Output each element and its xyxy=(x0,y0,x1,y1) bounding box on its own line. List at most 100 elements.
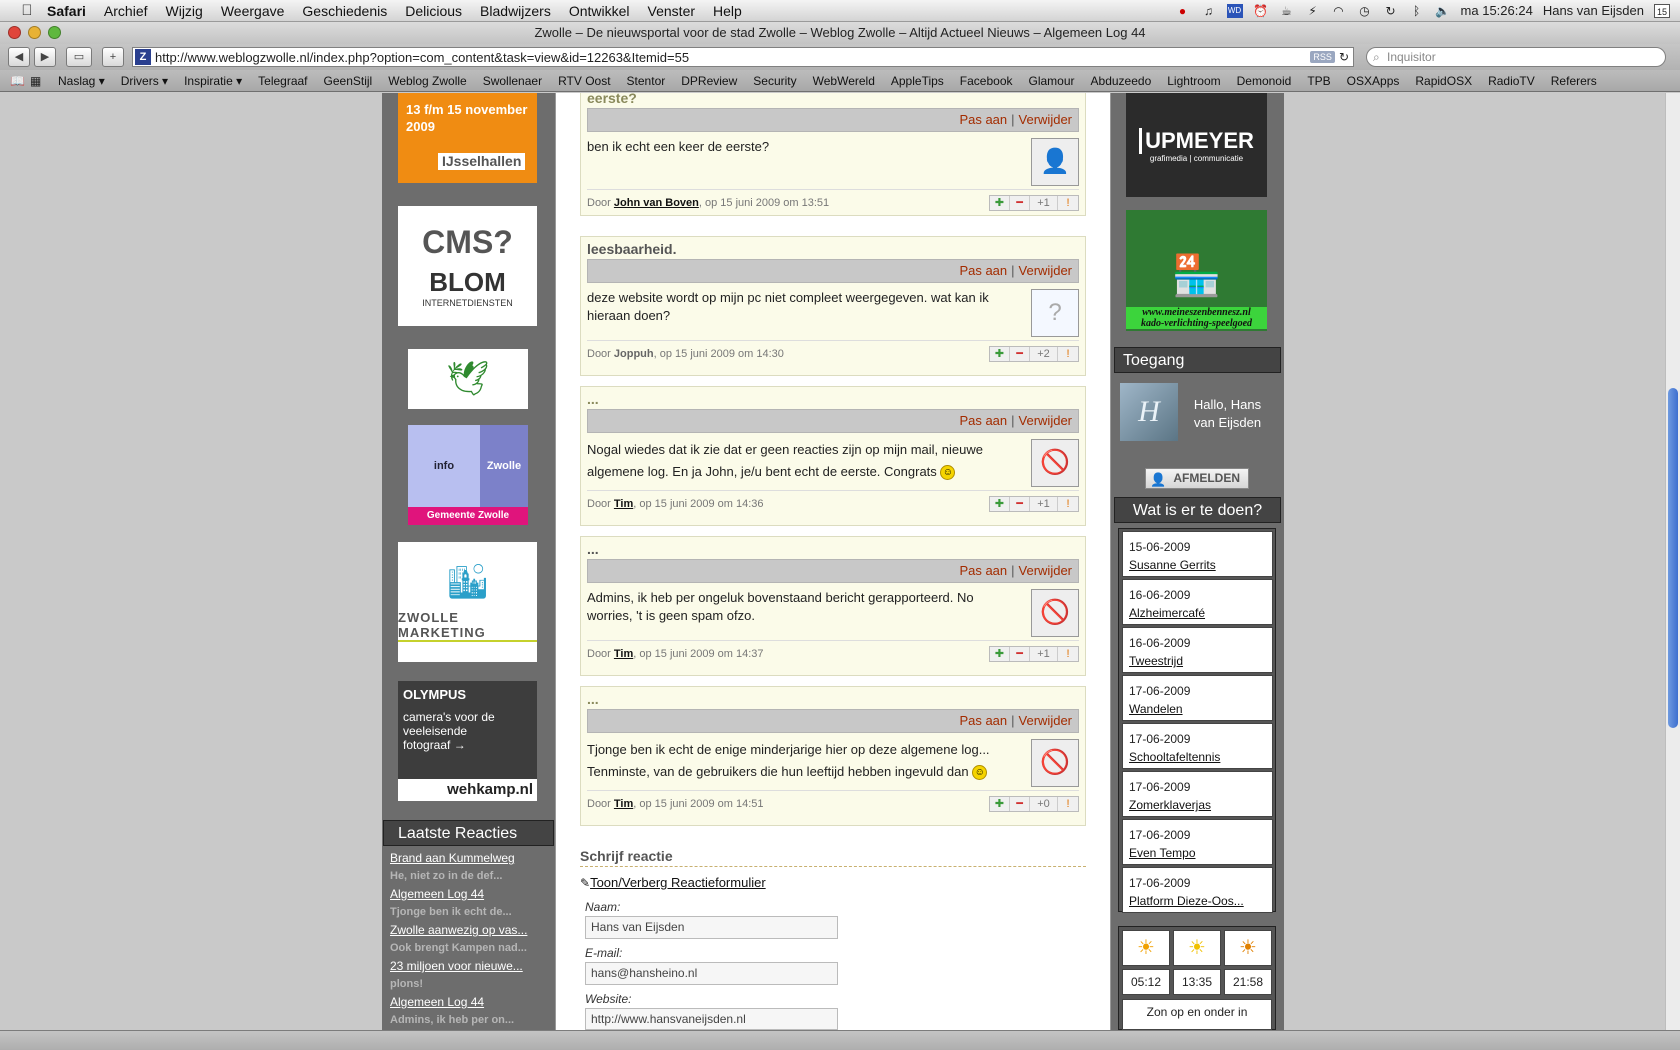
bookmark-item[interactable]: AppleTips xyxy=(883,74,952,88)
event-item[interactable]: 17-06-2009 Even Tempo xyxy=(1122,819,1273,865)
calendar-icon[interactable]: 15 xyxy=(1654,3,1670,18)
bookmark-item[interactable]: Glamour xyxy=(1021,74,1083,88)
form-toggle[interactable]: ✎Toon/Verberg Reactieformulier xyxy=(580,875,766,890)
ad-info-zwolle[interactable]: info Zwolle Gemeente Zwolle xyxy=(408,425,528,525)
edit-link[interactable]: Pas aan xyxy=(959,563,1007,578)
ad-blom[interactable]: CMS? BLOM INTERNETDIENSTEN xyxy=(398,206,537,326)
vote-down-icon[interactable]: ━ xyxy=(1010,647,1030,661)
avatar[interactable]: ? xyxy=(1031,289,1079,337)
address-input[interactable]: http://www.weblogzwolle.nl/index.php?opt… xyxy=(155,50,1310,65)
event-item[interactable]: 17-06-2009 Zomerklaverjas xyxy=(1122,771,1273,817)
cup-icon[interactable]: ☕ xyxy=(1279,4,1295,18)
vote-down-icon[interactable]: ━ xyxy=(1010,797,1030,811)
avatar[interactable]: 👤 xyxy=(1031,138,1079,186)
event-link[interactable]: Even Tempo xyxy=(1129,846,1196,860)
address-bar[interactable]: Z http://www.weblogzwolle.nl/index.php?o… xyxy=(132,47,1354,67)
bookmark-item[interactable]: RadioTV xyxy=(1480,74,1543,88)
vertical-scrollbar[interactable] xyxy=(1665,93,1680,1030)
avatar[interactable]: 🚫 xyxy=(1031,439,1079,487)
search-input[interactable]: ⌕ Inquisitor xyxy=(1366,47,1666,67)
menu-delicious[interactable]: Delicious xyxy=(396,3,471,19)
menu-bladwijzers[interactable]: Bladwijzers xyxy=(471,3,560,19)
delete-link[interactable]: Verwijder xyxy=(1019,263,1072,278)
menu-clock[interactable]: ma 15:26:24 xyxy=(1461,3,1533,18)
edit-link[interactable]: Pas aan xyxy=(959,112,1007,127)
menu-ontwikkel[interactable]: Ontwikkel xyxy=(560,3,639,19)
itunes-icon[interactable]: ♫ xyxy=(1201,4,1217,18)
event-item[interactable]: 16-06-2009 Alzheimercafé xyxy=(1122,579,1273,625)
vote-up-icon[interactable]: ✚ xyxy=(990,196,1010,210)
event-link[interactable]: Platform Dieze-Oos... xyxy=(1129,894,1244,908)
edit-link[interactable]: Pas aan xyxy=(959,413,1007,428)
report-icon[interactable]: ! xyxy=(1058,497,1078,511)
logout-button[interactable]: 👤 AFMELDEN xyxy=(1145,468,1249,489)
wifi-icon[interactable]: ◠ xyxy=(1331,4,1347,18)
report-icon[interactable]: ! xyxy=(1058,347,1078,361)
time-machine-icon[interactable]: ◷ xyxy=(1357,4,1373,18)
bolt-icon[interactable]: ⚡ xyxy=(1305,4,1321,18)
bookmark-item[interactable]: Weblog Zwolle xyxy=(380,74,474,88)
delete-link[interactable]: Verwijder xyxy=(1019,563,1072,578)
bookmark-item[interactable]: RapidOSX xyxy=(1407,74,1480,88)
ad-upmeyer[interactable]: UPMEYER grafimedia | communicatie xyxy=(1126,93,1267,197)
comment-author[interactable]: Tim xyxy=(614,798,633,810)
comment-author[interactable]: Tim xyxy=(614,648,633,660)
latest-link[interactable]: Algemeen Log 44 xyxy=(390,885,550,903)
minimize-button[interactable] xyxy=(28,26,41,39)
bookmark-item[interactable]: Naslag ▾ xyxy=(50,74,113,88)
bookmark-item[interactable]: OSXApps xyxy=(1339,74,1408,88)
bookmark-item[interactable]: Stentor xyxy=(619,74,674,88)
comment-author[interactable]: Tim xyxy=(614,498,633,510)
event-item[interactable]: 15-06-2009 Susanne Gerrits xyxy=(1122,531,1273,577)
latest-link[interactable]: Algemeen Log 44 xyxy=(390,993,550,1011)
edit-link[interactable]: Pas aan xyxy=(959,713,1007,728)
growl-icon[interactable]: ● xyxy=(1175,4,1191,18)
event-link[interactable]: Schooltafeltennis xyxy=(1129,750,1220,764)
reload-icon[interactable]: ↻ xyxy=(1339,50,1349,64)
alarm-icon[interactable]: ⏰ xyxy=(1253,4,1269,18)
bookmark-item[interactable]: DPReview xyxy=(673,74,745,88)
menu-help[interactable]: Help xyxy=(704,3,751,19)
bookmark-item[interactable]: Lightroom xyxy=(1159,74,1228,88)
ad-shop[interactable]: 🏪 www.meineszenbennesz.nl kado-verlichti… xyxy=(1126,210,1267,331)
email-field[interactable]: hans@hansheino.nl xyxy=(585,962,838,985)
forward-button[interactable]: ▶ xyxy=(34,47,56,67)
apple-menu-icon[interactable]:  xyxy=(16,2,38,19)
bookmark-item[interactable]: Security xyxy=(745,74,804,88)
menu-weergave[interactable]: Weergave xyxy=(212,3,294,19)
rss-badge[interactable]: RSS xyxy=(1310,51,1335,63)
back-button[interactable]: ◀ xyxy=(8,47,30,67)
vote-down-icon[interactable]: ━ xyxy=(1010,497,1030,511)
bookmark-item[interactable]: Inspiratie ▾ xyxy=(176,74,250,88)
bluetooth-icon[interactable]: ᛒ xyxy=(1409,4,1425,18)
delete-link[interactable]: Verwijder xyxy=(1019,713,1072,728)
volume-icon[interactable]: 🔈 xyxy=(1435,4,1451,18)
close-button[interactable] xyxy=(8,26,21,39)
ad-ijsselhallen[interactable]: 13 f/m 15 november 2009 IJsselhallen xyxy=(398,93,537,183)
bookmark-item[interactable]: TPB xyxy=(1299,74,1338,88)
avatar[interactable]: 🚫 xyxy=(1031,739,1079,787)
menu-user[interactable]: Hans van Eijsden xyxy=(1543,3,1644,18)
scrollbar-thumb[interactable] xyxy=(1668,388,1678,728)
bookmark-item[interactable]: WebWereld xyxy=(805,74,883,88)
event-link[interactable]: Susanne Gerrits xyxy=(1129,558,1216,572)
website-field[interactable]: http://www.hansvaneijsden.nl xyxy=(585,1008,838,1030)
name-field[interactable]: Hans van Eijsden xyxy=(585,916,838,939)
reader-icon[interactable]: ▭ xyxy=(66,47,92,67)
report-icon[interactable]: ! xyxy=(1058,797,1078,811)
menu-venster[interactable]: Venster xyxy=(639,3,704,19)
bookmark-item[interactable]: Drivers ▾ xyxy=(113,74,176,88)
edit-link[interactable]: Pas aan xyxy=(959,263,1007,278)
menu-geschiedenis[interactable]: Geschiedenis xyxy=(293,3,396,19)
latest-link[interactable]: Zwolle aanwezig op vas... xyxy=(390,921,550,939)
report-icon[interactable]: ! xyxy=(1058,196,1078,210)
bookmark-item[interactable]: GeenStijl xyxy=(316,74,381,88)
vote-up-icon[interactable]: ✚ xyxy=(990,347,1010,361)
user-avatar[interactable]: H xyxy=(1120,383,1178,441)
bookmark-item[interactable]: Telegraaf xyxy=(250,74,315,88)
comment-author[interactable]: Joppuh xyxy=(614,348,654,360)
event-item[interactable]: 17-06-2009 Platform Dieze-Oos... xyxy=(1122,867,1273,913)
menu-app[interactable]: Safari xyxy=(38,3,95,19)
menu-wijzig[interactable]: Wijzig xyxy=(157,3,212,19)
event-link[interactable]: Wandelen xyxy=(1129,702,1183,716)
